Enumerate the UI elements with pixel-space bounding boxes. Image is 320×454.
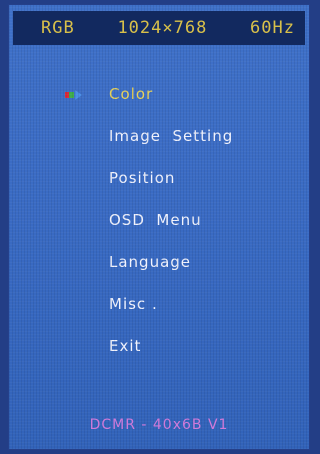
menu-item-misc[interactable]: Misc . [109, 291, 158, 317]
menu-item-language[interactable]: Language [109, 249, 191, 275]
menu-item-exit[interactable]: Exit [109, 333, 141, 359]
model-version-label: DCMR - 40x6B V1 [89, 417, 229, 433]
resolution: 1024×768 [117, 18, 208, 38]
menu-item-color[interactable]: Color [109, 81, 153, 107]
menu-item-image-setting[interactable]: Image Setting [109, 123, 233, 149]
input-status-bar: RGB 1024×768 60Hz [13, 11, 305, 45]
monitor-screen: RGB 1024×768 60Hz Color Image Setting Po… [0, 0, 320, 454]
osd-main-menu: RGB 1024×768 60Hz Color Image Setting Po… [8, 4, 310, 450]
refresh-rate: 60Hz [250, 18, 295, 38]
menu-item-osd-menu[interactable]: OSD Menu [109, 207, 202, 233]
selection-arrow-icon [65, 90, 87, 100]
menu-item-position[interactable]: Position [109, 165, 175, 191]
signal-type: RGB [41, 18, 75, 38]
